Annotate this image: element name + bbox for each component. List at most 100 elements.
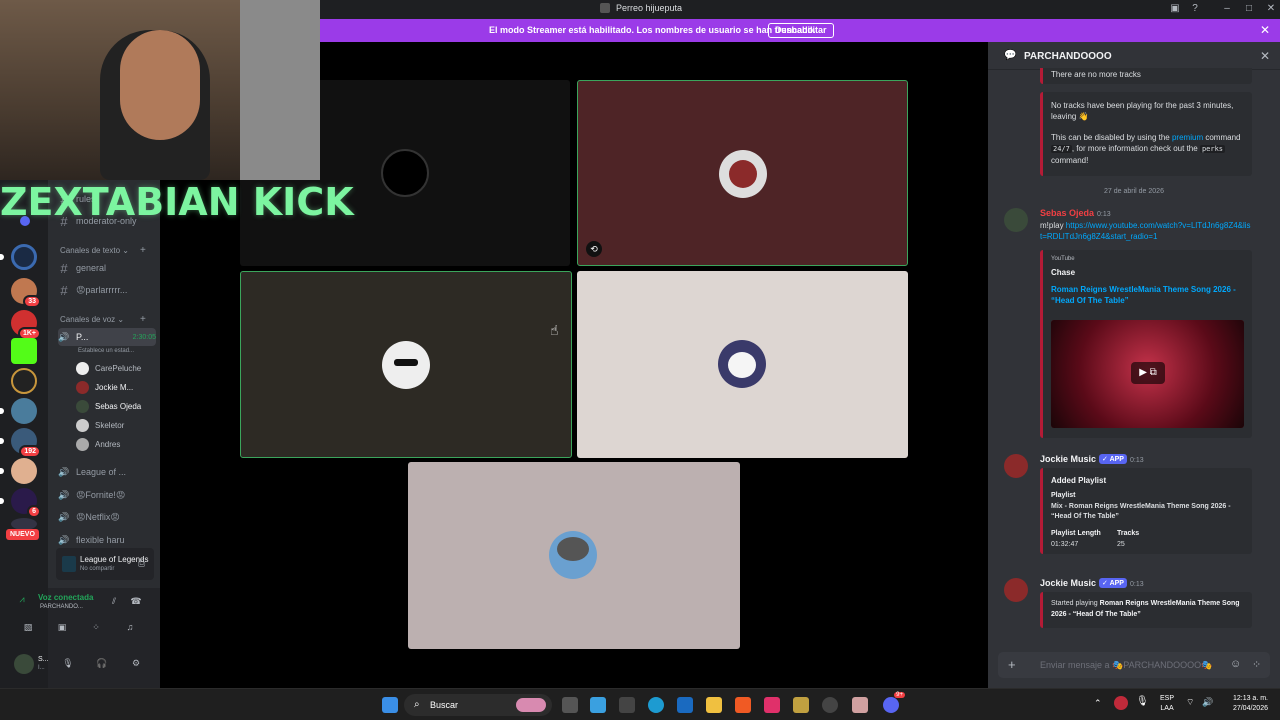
voice-member[interactable]: Andres	[76, 436, 120, 452]
signal-icon[interactable]: ⩘	[14, 594, 30, 608]
premium-link[interactable]: premium	[1172, 133, 1203, 142]
server-icon[interactable]: 33	[11, 278, 41, 308]
app-icon[interactable]	[852, 697, 868, 713]
language-indicator[interactable]: ESP LAA	[1160, 694, 1174, 714]
message-avatar[interactable]	[1004, 578, 1028, 602]
text-span: Started playing	[1051, 600, 1098, 607]
embed-title-link[interactable]: Roman Reigns WrestleMania Theme Song 202…	[1051, 284, 1241, 306]
app-icon[interactable]	[793, 697, 809, 713]
close-chat-icon[interactable]: ✕	[1260, 49, 1270, 63]
help-icon[interactable]: ?	[1188, 2, 1202, 16]
play-icon[interactable]: ▶ ⧉	[1131, 362, 1165, 384]
windows-start-icon[interactable]	[382, 697, 398, 713]
server-icon[interactable]: 1K+	[11, 310, 41, 340]
youtube-link[interactable]: https://www.youtube.com/watch?v=LlTdJn6g…	[1040, 221, 1251, 241]
message-author[interactable]: Jockie Music ✓ APP 0:13	[1040, 454, 1144, 464]
message-composer[interactable]: + Enviar mensaje a 🎭PARCHANDOOOO🎭 ☺ ⁘	[998, 652, 1270, 678]
add-channel-icon[interactable]: +	[140, 314, 146, 325]
category-voice-channels[interactable]: Canales de voz ⌄ +	[60, 314, 146, 325]
channel-parlar[interactable]: # 😡parlarrrrr...	[58, 281, 156, 299]
voice-channel[interactable]: 🔊 League of ...	[58, 463, 156, 481]
participant-avatar	[381, 149, 429, 197]
tiktok-icon[interactable]	[764, 697, 780, 713]
clock[interactable]: 12:13 a. m. 27/04/2026	[1224, 694, 1268, 714]
server-icon[interactable]	[11, 244, 37, 270]
server-icon[interactable]: 192	[11, 428, 41, 458]
taskbar-search[interactable]: ⌕ Buscar	[404, 694, 552, 716]
server-icon[interactable]: 6	[11, 488, 41, 518]
video-tile[interactable]	[577, 271, 908, 458]
maximize-button[interactable]: □	[1242, 2, 1256, 16]
server-icon[interactable]	[11, 458, 37, 484]
video-tile[interactable]	[408, 462, 740, 649]
server-icon[interactable]	[11, 368, 37, 394]
activity-card[interactable]: League of Legends No compartir ⎙	[56, 548, 154, 580]
channel-general[interactable]: # general	[58, 259, 156, 277]
voice-channel[interactable]: 🔊 😡Fornite!😡	[58, 486, 156, 504]
headphones-icon[interactable]: 🎧	[94, 658, 110, 672]
kick-server-icon[interactable]	[11, 338, 37, 364]
message-text: m!play	[1040, 221, 1064, 230]
voice-member[interactable]: Jockie M...	[76, 379, 133, 395]
microphone-icon[interactable]: 🎙	[60, 658, 76, 672]
voice-status-text[interactable]: Establece un estad...	[78, 348, 134, 354]
volume-icon[interactable]: 🔊	[1202, 697, 1213, 708]
message-author[interactable]: Jockie Music ✓ APP 0:13	[1040, 578, 1144, 588]
brave-icon[interactable]	[735, 697, 751, 713]
composer-placeholder[interactable]: Enviar mensaje a 🎭PARCHANDOOOO🎭	[1040, 660, 1212, 671]
obs-icon[interactable]	[822, 697, 838, 713]
discord-icon[interactable]: 9+	[883, 692, 905, 713]
settings-gear-icon[interactable]: ⚙	[128, 658, 144, 672]
video-thumbnail[interactable]: ▶ ⧉	[1051, 320, 1244, 428]
voice-member[interactable]: Skeletor	[76, 417, 124, 433]
screenshare-icon[interactable]: ▣	[54, 622, 70, 636]
message-avatar[interactable]	[1004, 208, 1028, 232]
add-attachment-icon[interactable]: +	[1008, 657, 1016, 672]
voice-channel[interactable]: 🔊 flexible haru	[58, 531, 156, 549]
microphone-tray-icon[interactable]: 🎙	[1136, 696, 1149, 707]
activity-icon[interactable]: ⟲	[586, 241, 602, 257]
voice-channel-name[interactable]: PARCHANDO...	[40, 604, 83, 610]
add-channel-icon[interactable]: +	[140, 245, 146, 256]
voice-channel[interactable]: 🔊 😡Netflix😡	[58, 508, 156, 526]
voice-member[interactable]: CarePeluche	[76, 360, 141, 376]
widgets-icon[interactable]	[590, 697, 606, 713]
minimize-button[interactable]: –	[1220, 2, 1234, 16]
video-tile-speaking[interactable]	[240, 271, 572, 458]
noise-suppression-icon[interactable]: ⫽	[106, 596, 122, 610]
wifi-icon[interactable]: ⌔	[1186, 697, 1194, 708]
store-icon[interactable]	[619, 697, 635, 713]
share-screen-icon[interactable]: ⎙	[138, 558, 145, 569]
soundboard-icon[interactable]: ♫	[122, 622, 138, 636]
task-view-icon[interactable]	[562, 697, 578, 713]
camera-icon[interactable]: ▧	[20, 622, 36, 636]
video-tile-speaking[interactable]: ⟲	[577, 80, 908, 266]
user-avatar[interactable]	[14, 654, 34, 674]
emoji-icon[interactable]: ☺	[1230, 658, 1241, 670]
message-avatar[interactable]	[1004, 454, 1028, 478]
voice-channel-active[interactable]: 🔊 P... 2:30:05	[58, 328, 156, 346]
channel-label: flexible haru	[76, 535, 125, 545]
message-author[interactable]: Sebas Ojeda 0:13	[1040, 208, 1111, 218]
message-timestamp: 0:13	[1129, 581, 1144, 588]
tray-app-icon[interactable]	[1114, 696, 1128, 710]
outlook-icon[interactable]	[677, 697, 693, 713]
edge-icon[interactable]	[648, 697, 664, 713]
channel-label: general	[76, 263, 107, 273]
avatar	[76, 399, 89, 413]
new-badge[interactable]: NUEVO	[6, 529, 39, 540]
close-banner-icon[interactable]: ✕	[1260, 23, 1270, 37]
file-explorer-icon[interactable]	[706, 697, 722, 713]
inbox-icon[interactable]: ▣	[1168, 2, 1182, 16]
embed-author[interactable]: Chase	[1051, 268, 1075, 277]
member-name: CarePeluche	[95, 363, 142, 373]
disconnect-icon[interactable]: ☎	[128, 596, 144, 610]
close-window-button[interactable]: ✕	[1264, 2, 1278, 16]
category-text-channels[interactable]: Canales de texto ⌄ +	[60, 245, 146, 256]
disable-streamer-button[interactable]: Deshabilitar	[768, 23, 834, 38]
apps-icon[interactable]: ⁘	[1252, 658, 1261, 671]
activities-icon[interactable]: ⁘	[88, 622, 104, 636]
server-icon[interactable]	[11, 398, 37, 424]
chevron-up-icon[interactable]: ⌃	[1094, 698, 1102, 709]
voice-member[interactable]: Sebas Ojeda	[76, 398, 141, 414]
